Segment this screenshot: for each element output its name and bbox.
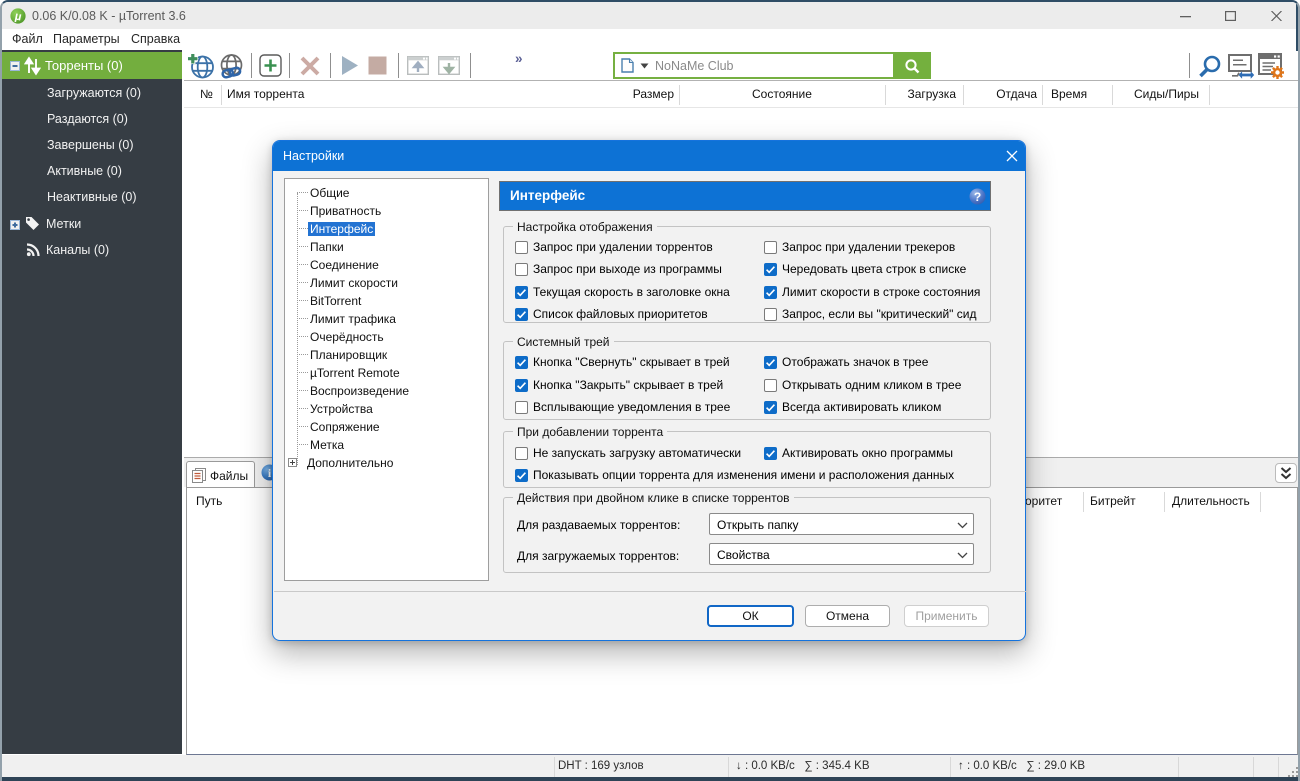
svg-text:?: ? — [974, 190, 981, 204]
